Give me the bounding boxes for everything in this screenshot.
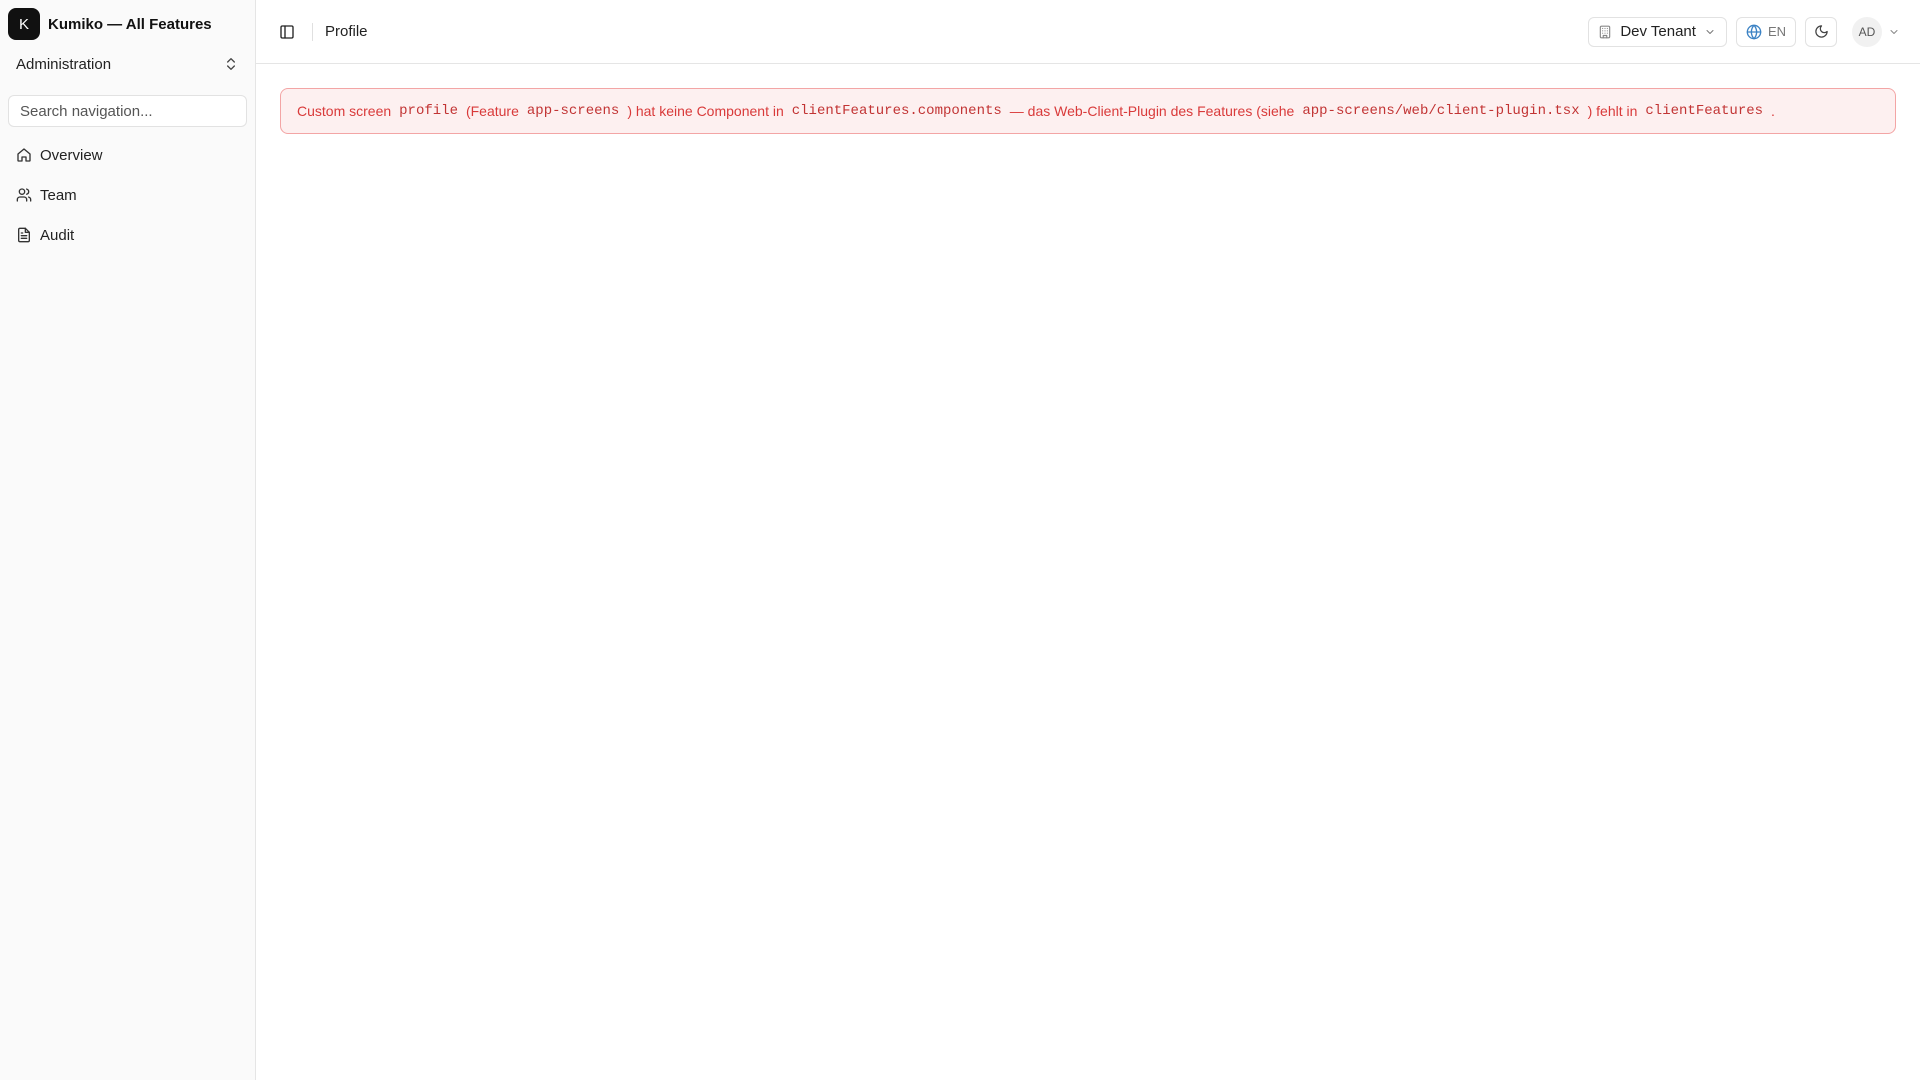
sidebar-nav: Overview Team Audit <box>0 135 255 255</box>
error-text: (Feature <box>465 103 519 119</box>
chevrons-up-down-icon <box>223 56 239 72</box>
home-icon <box>16 147 32 163</box>
app-root: K Kumiko — All Features Administration O… <box>0 0 1920 1080</box>
tenant-label: Dev Tenant <box>1620 23 1696 40</box>
users-icon <box>16 187 32 203</box>
error-text: ) fehlt in <box>1587 103 1638 119</box>
error-text: ) hat keine Component in <box>627 103 784 119</box>
chevron-down-icon <box>1704 26 1716 38</box>
error-text: . <box>1771 103 1775 119</box>
section-label: Administration <box>16 55 112 73</box>
error-code: clientFeatures.components <box>791 103 1002 119</box>
sidebar-item-label: Team <box>40 186 77 204</box>
tenant-switcher-button[interactable]: Dev Tenant <box>1588 16 1727 47</box>
page-title: Profile <box>325 23 368 40</box>
error-code: clientFeatures <box>1645 103 1764 119</box>
building-icon <box>1598 25 1612 39</box>
header-divider <box>312 22 313 41</box>
globe-icon <box>1746 24 1762 40</box>
file-text-icon <box>16 227 32 243</box>
moon-icon <box>1814 24 1829 39</box>
panel-left-icon <box>279 24 295 40</box>
language-switcher-button[interactable]: EN <box>1735 16 1796 47</box>
error-text: — das Web-Client-Plugin des Features (si… <box>1009 103 1295 119</box>
theme-toggle-button[interactable] <box>1805 16 1837 47</box>
user-menu-button[interactable]: AD <box>1852 16 1900 47</box>
sidebar: K Kumiko — All Features Administration O… <box>0 0 256 1080</box>
page-content: Custom screen profile (Feature app-scree… <box>256 64 1920 158</box>
main-area: Profile Dev Tenant EN AD Custom screen p… <box>256 0 1920 1080</box>
brand[interactable]: K Kumiko — All Features <box>0 0 255 48</box>
sidebar-item-team[interactable]: Team <box>8 175 247 215</box>
avatar: AD <box>1852 16 1882 47</box>
sidebar-item-label: Audit <box>40 226 75 244</box>
error-code: profile <box>399 103 458 119</box>
language-label: EN <box>1767 24 1786 39</box>
top-header: Profile Dev Tenant EN AD <box>256 0 1920 64</box>
sidebar-item-audit[interactable]: Audit <box>8 215 247 255</box>
chevron-down-icon <box>1888 26 1900 38</box>
error-code: app-screens/web/client-plugin.tsx <box>1302 103 1580 119</box>
app-logo: K <box>8 8 40 40</box>
search-input[interactable] <box>8 95 247 127</box>
search-wrap <box>0 95 255 127</box>
sidebar-item-label: Overview <box>40 146 103 164</box>
sidebar-toggle-button[interactable] <box>272 17 302 47</box>
header-actions: Dev Tenant EN AD <box>1588 16 1900 47</box>
sidebar-item-overview[interactable]: Overview <box>8 135 247 175</box>
error-alert: Custom screen profile (Feature app-scree… <box>280 88 1896 134</box>
error-text: Custom screen <box>297 103 392 119</box>
app-name: Kumiko — All Features <box>48 15 212 33</box>
error-code: app-screens <box>526 103 620 119</box>
section-switcher[interactable]: Administration <box>8 48 247 80</box>
